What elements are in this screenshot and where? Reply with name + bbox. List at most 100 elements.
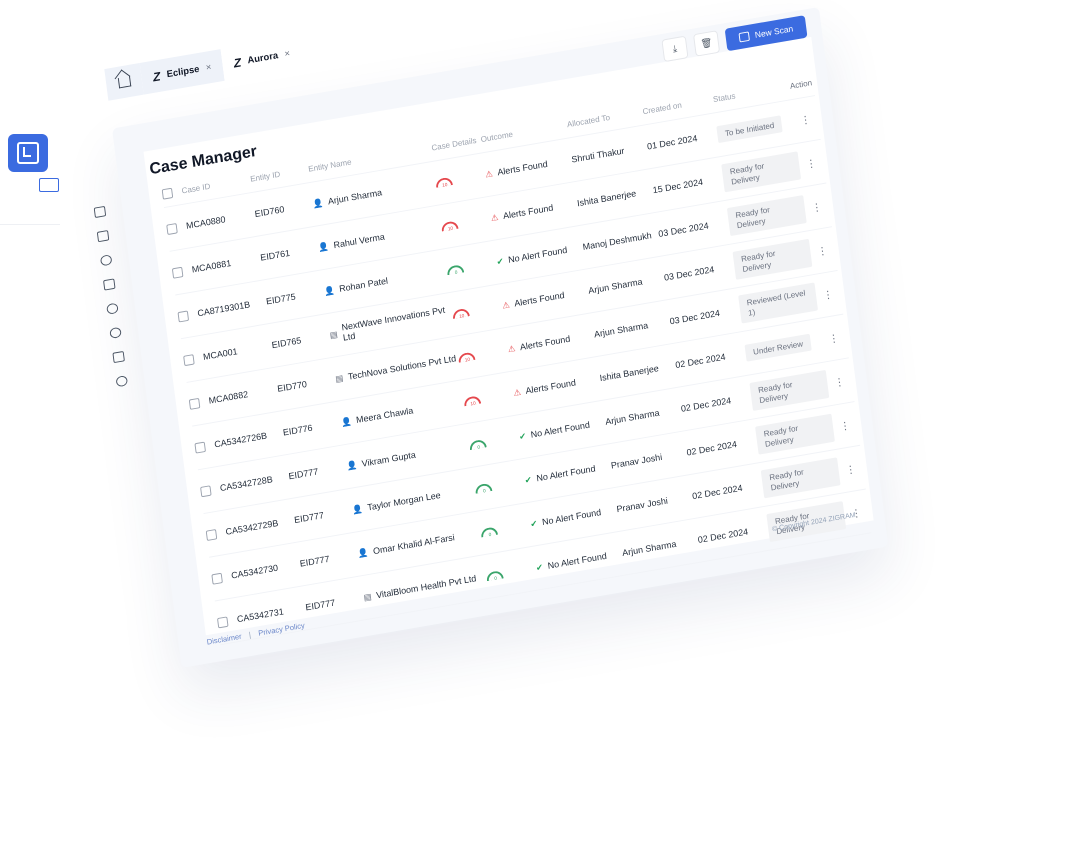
outcome-cell: ✔ No Alert Found [524,461,612,486]
case-id-cell[interactable]: CA8719301B [197,297,267,318]
new-scan-button[interactable]: New Scan [724,15,808,52]
case-id-cell[interactable]: CA5342726B [214,428,284,450]
more-actions-button[interactable]: ⋮ [804,199,830,215]
more-actions-button[interactable]: ⋮ [815,286,841,302]
report-icon[interactable] [112,350,125,364]
case-id-cell[interactable]: CA5342729B [225,515,295,537]
status-badge: Reviewed (Level 1) [738,282,818,324]
tab-label: Aurora [246,50,279,66]
more-actions-button[interactable]: ⋮ [809,243,835,259]
case-id-cell[interactable]: MCA0881 [191,253,261,275]
entity-name: Meera Chawla [355,405,414,426]
home-tab[interactable] [104,63,144,101]
tab-aurora[interactable]: Z Aurora × [220,35,304,81]
row-checkbox[interactable] [200,484,212,497]
status-badge: Ready for Delivery [732,239,812,280]
allocated-to-cell: Ishita Banerjee [599,363,660,384]
risk-score-gauge: 0 [469,438,488,450]
outcome-text: Alerts Found [496,158,549,178]
case-id-cell[interactable]: CA5342730 [231,559,301,581]
column-header[interactable]: Case Details [431,135,481,152]
user-icon[interactable] [106,302,119,315]
more-actions-button[interactable]: ⋮ [792,111,818,127]
case-id-cell[interactable]: CA5342731 [236,603,306,624]
entity-id-cell: EID777 [304,597,336,613]
more-actions-button[interactable]: ⋮ [838,461,864,477]
risk-score-gauge: 0 [486,569,505,581]
more-actions-button[interactable]: ⋮ [798,155,824,171]
user-icon: 👤 [351,503,364,515]
row-checkbox[interactable] [166,222,178,235]
created-on-cell: 02 Dec 2024 [691,482,744,502]
row-checkbox[interactable] [211,572,223,585]
allocated-to-cell: Pranav Joshi [610,451,663,471]
grid-icon[interactable] [93,205,107,219]
check-circle-icon: ✔ [535,561,544,573]
entity-name: Rahul Verma [332,231,386,251]
more-actions-button[interactable]: ⋮ [832,417,858,433]
case-id-cell[interactable]: MCA0880 [186,209,256,231]
created-on-cell: 02 Dec 2024 [697,526,749,546]
entity-id-cell: EID770 [276,378,308,395]
status-badge: To be Initiated [716,115,783,144]
case-details-cell: 0 [469,433,519,450]
row-checkbox[interactable] [205,528,218,541]
entity-id-cell: EID776 [282,422,314,438]
tab-eclipse[interactable]: Z Eclipse × [139,49,225,95]
close-icon[interactable]: × [205,62,212,73]
case-id-cell[interactable]: MCA001 [202,340,272,362]
case-details-cell: 10 [463,389,514,407]
check-circle-icon: ✔ [518,430,527,442]
allocated-to-cell: Ishita Banerjee [576,188,637,209]
archive-icon[interactable] [96,230,110,243]
more-actions-button[interactable]: ⋮ [821,330,847,346]
risk-score-gauge: 10 [435,176,454,188]
column-header[interactable]: Entity ID [250,164,309,183]
warning-icon: ⚠ [484,168,494,179]
kebab-menu-icon: ⋮ [816,244,829,258]
outcome-text: No Alert Found [547,550,608,572]
case-id-cell[interactable]: MCA0882 [208,384,278,406]
column-header[interactable]: Status [712,82,789,104]
entity-name: VitalBloom Health Pvt Ltd [375,573,477,601]
warning-icon: ⚠ [501,299,511,310]
download-icon: ⤓ [672,43,678,55]
close-icon[interactable]: × [284,48,291,59]
user-icon: 👤 [357,547,369,559]
select-all-checkbox[interactable] [161,187,174,200]
row-checkbox[interactable] [216,615,229,628]
row-checkbox[interactable] [194,441,206,454]
warning-icon: ⚠ [490,211,499,223]
settings-icon[interactable] [115,375,129,388]
id-card-icon[interactable] [103,278,116,291]
row-checkbox[interactable] [183,353,195,366]
download-button[interactable]: ⤓ [661,35,689,63]
outcome-text: No Alert Found [530,419,591,441]
footer-separator: | [248,630,252,640]
kebab-menu-icon: ⋮ [833,375,846,389]
delete-button[interactable]: 🗑 [693,30,721,57]
outcome-text: No Alert Found [535,463,597,484]
user-icon: 👤 [312,197,324,209]
users-icon[interactable] [109,326,122,339]
created-on-cell: 03 Dec 2024 [663,264,715,284]
column-header[interactable]: Created on [642,95,714,116]
row-checkbox[interactable] [188,397,201,410]
refresh-icon[interactable] [99,254,113,267]
case-id-cell[interactable]: CA5342728B [219,471,289,493]
allocated-to-cell: Shruti Thakur [570,145,626,165]
entity-name: Vikram Gupta [361,449,417,470]
entity-name-cell: 👤 Rahul Verma [318,222,442,253]
risk-score-gauge: 10 [458,350,476,363]
row-checkbox[interactable] [177,309,190,322]
column-header[interactable]: Allocated To [566,107,643,129]
entity-name-cell: 👤 Arjun Sharma [312,178,436,209]
tab-logo-icon: Z [151,68,162,84]
risk-score-gauge: 0 [446,263,465,275]
kebab-menu-icon: ⋮ [839,419,851,433]
entity-name-cell: ▤ TechNova Solutions Pvt Ltd [335,353,459,384]
user-icon: 👤 [323,284,336,296]
more-actions-button[interactable]: ⋮ [826,374,852,390]
row-checkbox[interactable] [171,266,184,279]
column-header[interactable]: Case ID [181,174,251,195]
